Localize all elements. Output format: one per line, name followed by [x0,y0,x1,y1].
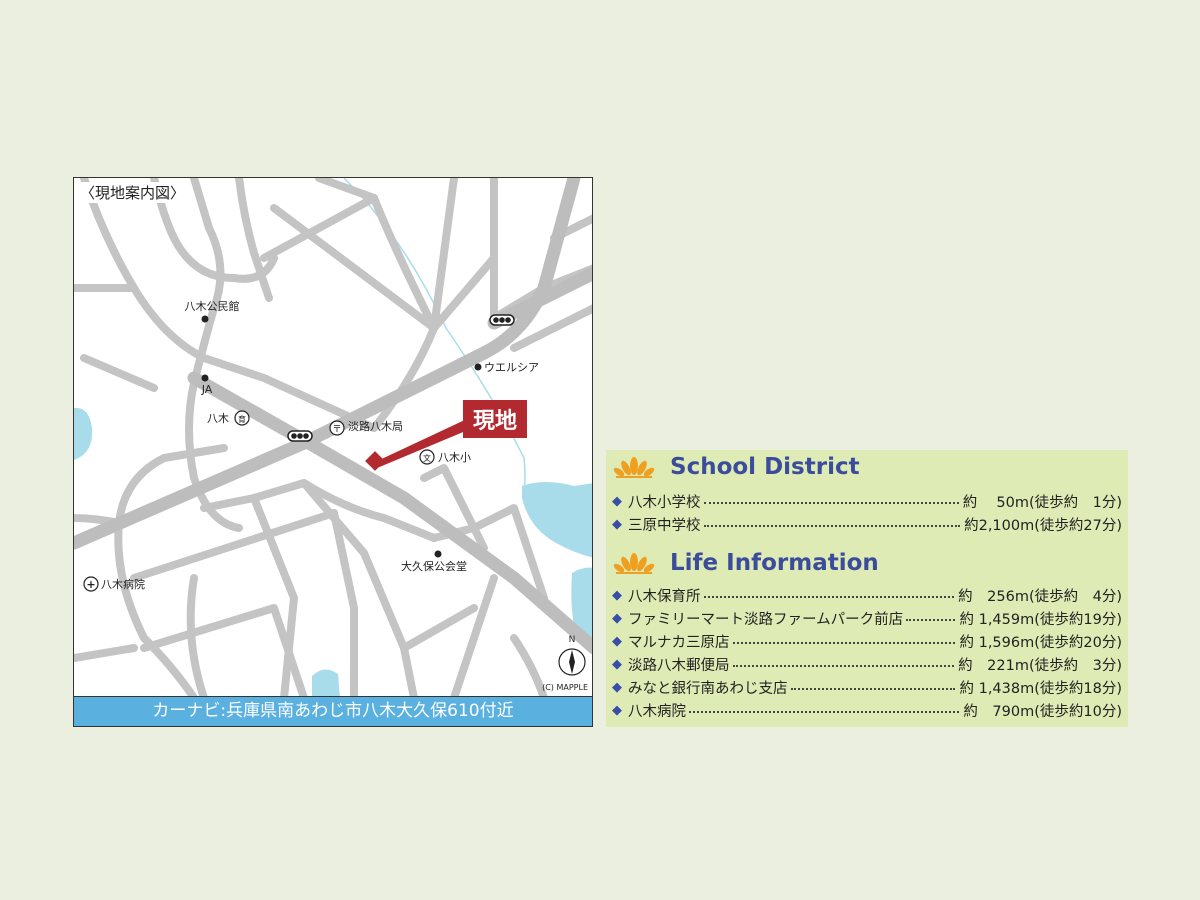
car-navi-address: カーナビ:兵庫県南あわじ市八木大久保610付近 [74,696,592,726]
facility-distance: 約 1,459m(徒歩約19分) [959,611,1122,628]
landmark-okubo-hall: 大久保公会堂 [401,550,467,573]
list-item: ◆ 淡路八木郵便局 約 221m(徒歩約 3分) [612,653,1122,675]
dot-icon [201,315,209,323]
leader-dots [906,619,956,621]
diamond-bullet-icon: ◆ [612,493,622,509]
leader-dots [703,525,961,527]
list-item: ◆ 三原中学校 約2,100m(徒歩約27分) [612,513,1122,535]
svg-text:大久保公会堂: 大久保公会堂 [401,559,467,573]
facility-name: 八木保育所 [628,588,701,605]
svg-text:八木公民館: 八木公民館 [185,299,240,313]
pond-south [312,669,340,698]
landmark-yagi-hospital: + 八木病院 [83,576,145,592]
list-item: ◆ ファミリーマート淡路ファームパーク前店 約 1,459m(徒歩約19分) [612,607,1122,629]
diamond-bullet-icon: ◆ [612,610,622,626]
landmark-ja: JA [201,374,213,396]
lotus-icon [613,457,655,478]
facility-name: 三原中学校 [628,517,701,534]
leader-dots [732,642,956,644]
map-canvas: 現地 八木公民館 JA 八木 育 〒 淡路八木局 ウエルシア 文 八木小 大久保… [74,178,592,698]
facility-name: みなと銀行南あわじ支店 [628,680,788,697]
landmark-yagi-nursery: 八木 育 [207,410,250,426]
school-district-heading: School District [612,452,860,482]
svg-text:JA: JA [201,383,213,396]
info-panel: School District ◆ 八木小学校 約 50m(徒歩約 1分) ◆ … [606,450,1128,727]
svg-text:〒: 〒 [332,425,341,435]
list-item: ◆ マルナカ三原店 約 1,596m(徒歩約20分) [612,630,1122,652]
section-title: School District [670,454,860,480]
lotus-icon [613,553,655,574]
diamond-bullet-icon: ◆ [612,656,622,672]
facility-name: ファミリーマート淡路ファームパーク前店 [628,611,904,628]
leader-dots [703,596,955,598]
landmark-post-office: 〒 淡路八木局 [329,420,403,436]
svg-text:八木小: 八木小 [438,451,471,464]
facility-name: 八木病院 [628,703,686,720]
svg-text:文: 文 [423,453,431,463]
facility-distance: 約 790m(徒歩約10分) [963,703,1122,720]
diamond-bullet-icon: ◆ [612,702,622,718]
dot-icon [201,374,209,382]
facility-name: 八木小学校 [628,494,701,511]
svg-text:八木: 八木 [207,412,229,425]
life-information-heading: Life Information [612,548,879,578]
map-title: 〈現地案内図〉 [78,182,188,203]
traffic-signal-icon [287,430,313,442]
facility-name: マルナカ三原店 [628,634,730,651]
facility-distance: 約 1,438m(徒歩約18分) [959,680,1122,697]
traffic-signal-icon [489,314,515,326]
facility-distance: 約 256m(徒歩約 4分) [958,588,1122,605]
dot-icon [474,363,482,371]
facility-distance: 約 50m(徒歩約 1分) [962,494,1122,511]
copyright-text: (C) MAPPLE [542,683,588,692]
diamond-bullet-icon: ◆ [612,633,622,649]
svg-text:ウエルシア: ウエルシア [484,361,539,374]
leader-dots [689,711,960,713]
leader-dots [732,665,955,667]
facility-name: 淡路八木郵便局 [628,657,730,674]
diamond-bullet-icon: ◆ [612,516,622,532]
dot-icon [434,550,442,558]
diamond-bullet-icon: ◆ [612,679,622,695]
landmark-yagi-elementary: 文 八木小 [419,449,471,465]
facility-distance: 約 221m(徒歩約 3分) [958,657,1122,674]
facility-distance: 約 1,596m(徒歩約20分) [959,634,1122,651]
list-item: ◆ 八木小学校 約 50m(徒歩約 1分) [612,490,1122,512]
facility-distance: 約2,100m(徒歩約27分) [964,517,1122,534]
section-title: Life Information [670,550,879,576]
svg-text:N: N [569,635,576,645]
list-item: ◆ 八木保育所 約 256m(徒歩約 4分) [612,584,1122,606]
pond-west [74,407,93,460]
diamond-bullet-icon: ◆ [612,587,622,603]
leader-dots [703,502,959,504]
location-map: 現地 八木公民館 JA 八木 育 〒 淡路八木局 ウエルシア 文 八木小 大久保… [73,177,593,727]
svg-text:八木病院: 八木病院 [101,577,145,591]
pond-east [522,482,592,558]
svg-text:淡路八木局: 淡路八木局 [348,420,403,433]
svg-text:育: 育 [238,414,246,424]
list-item: ◆ みなと銀行南あわじ支店 約 1,438m(徒歩約18分) [612,676,1122,698]
site-label: 現地 [473,409,517,434]
list-item: ◆ 八木病院 約 790m(徒歩約10分) [612,699,1122,721]
leader-dots [790,688,956,690]
svg-text:+: + [86,578,95,591]
landmark-welcia: ウエルシア [474,361,539,374]
